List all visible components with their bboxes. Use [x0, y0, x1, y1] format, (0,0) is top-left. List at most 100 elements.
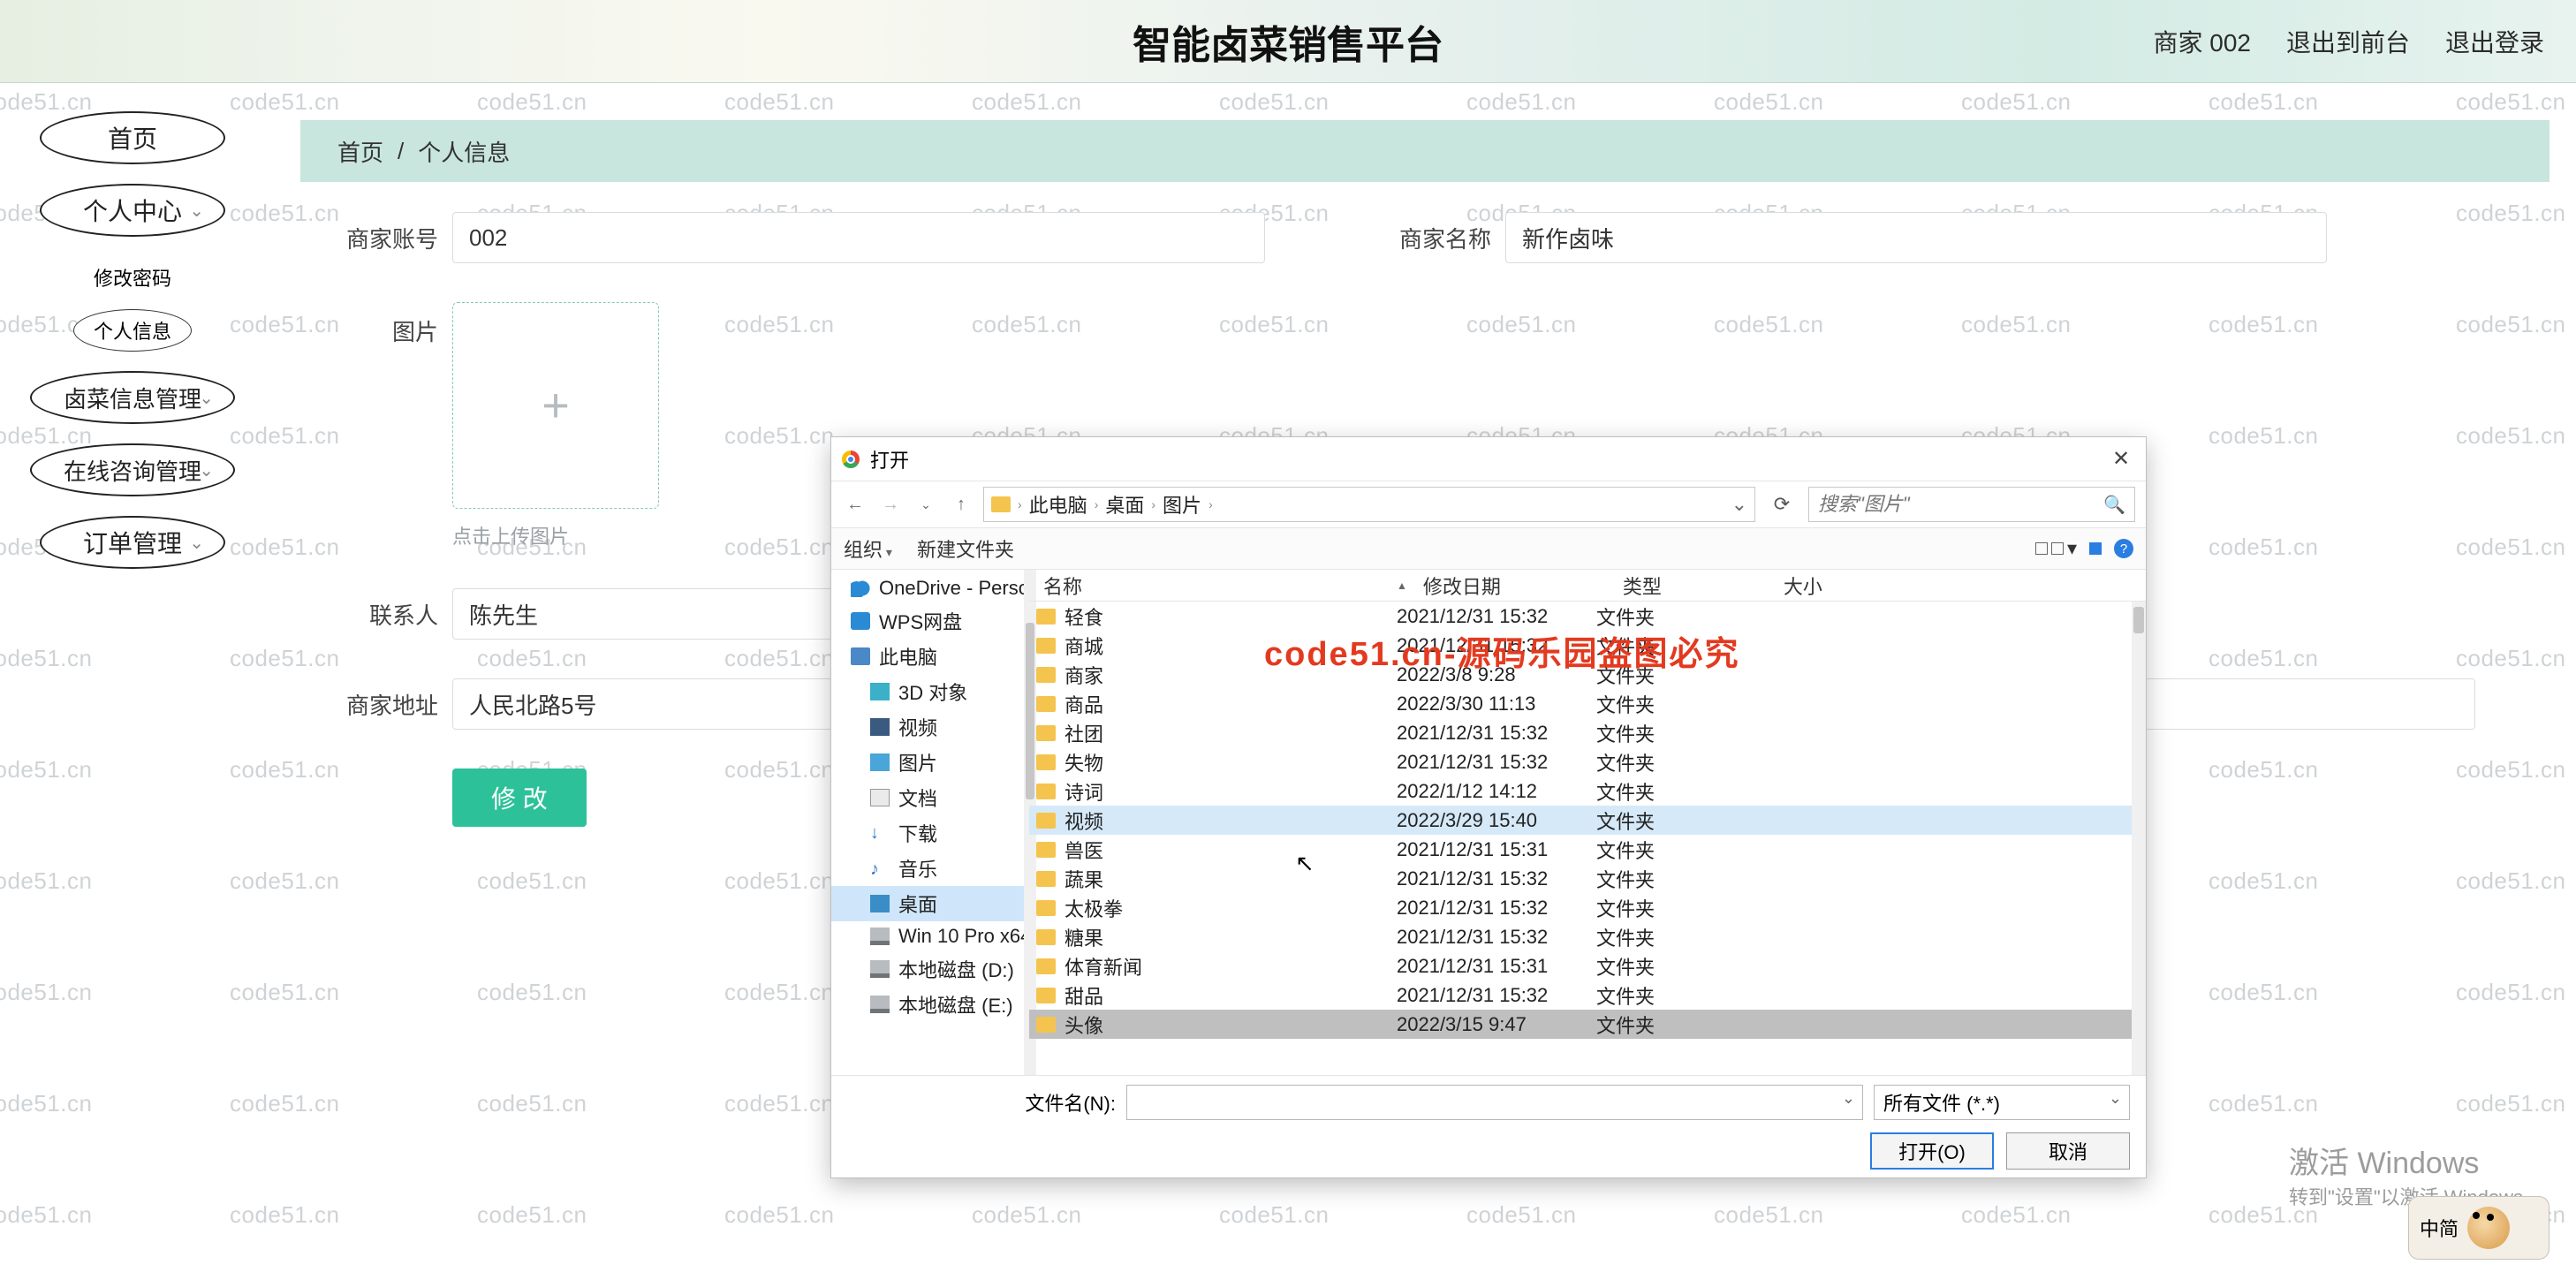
- file-row[interactable]: 商家2022/3/8 9:28文件夹: [1029, 660, 2146, 689]
- tree-node[interactable]: 此电脑: [831, 639, 1028, 674]
- tree-node[interactable]: OneDrive - Perso: [831, 573, 1028, 603]
- file-row[interactable]: 太极拳2021/12/31 15:32文件夹: [1029, 893, 2146, 922]
- tree-node[interactable]: Win 10 Pro x64: [831, 921, 1028, 951]
- tree-node[interactable]: 图片: [831, 745, 1028, 780]
- contact-label: 联系人: [318, 598, 438, 631]
- app-title: 智能卤菜销售平台: [1133, 13, 1443, 70]
- close-button[interactable]: ✕: [2096, 437, 2146, 481]
- file-row[interactable]: 糖果2021/12/31 15:32文件夹: [1029, 922, 2146, 951]
- filelist-scrollbar[interactable]: [2132, 602, 2146, 1075]
- file-row[interactable]: 轻食2021/12/31 15:32文件夹: [1029, 602, 2146, 631]
- merchant-link[interactable]: 商家 002: [2153, 24, 2251, 59]
- file-row[interactable]: 头像2022/3/15 9:47文件夹: [1029, 1010, 2146, 1039]
- file-row[interactable]: 商城2021/12/31 15:32文件夹: [1029, 631, 2146, 660]
- dialog-title: 打开: [870, 445, 909, 473]
- sogou-dog-icon: [2467, 1207, 2510, 1249]
- submit-button[interactable]: 修 改: [452, 768, 587, 827]
- chevron-down-icon: ⌄: [199, 387, 214, 409]
- col-type[interactable]: 类型: [1616, 572, 1777, 600]
- file-row[interactable]: 视频2022/3/29 15:40文件夹: [1029, 806, 2146, 835]
- header-bar: 智能卤菜销售平台 商家 002 退出到前台 退出登录: [0, 0, 2576, 83]
- chevron-down-icon: ⌄: [189, 200, 204, 222]
- file-row[interactable]: 诗词2022/1/12 14:12文件夹: [1029, 776, 2146, 806]
- shopname-input[interactable]: [1505, 212, 2327, 263]
- search-input[interactable]: [1818, 493, 2103, 516]
- chevron-down-icon: ⌄: [189, 532, 204, 554]
- nav-lucai-manage[interactable]: 卤菜信息管理⌄: [30, 371, 235, 424]
- preview-pane-button[interactable]: [2089, 542, 2102, 555]
- upload-box[interactable]: +: [452, 302, 659, 509]
- filename-label: 文件名(N):: [1025, 1088, 1116, 1117]
- file-row[interactable]: 兽医2021/12/31 15:31文件夹: [1029, 835, 2146, 864]
- nav-order-manage[interactable]: 订单管理⌄: [40, 516, 225, 569]
- ime-label: 中简: [2420, 1214, 2459, 1242]
- nav-change-password[interactable]: 修改密码: [0, 256, 265, 299]
- help-button[interactable]: ?: [2114, 539, 2133, 558]
- filetype-select[interactable]: 所有文件 (*.*): [1874, 1085, 2130, 1120]
- pic-label: 图片: [318, 314, 438, 347]
- file-list[interactable]: 轻食2021/12/31 15:32文件夹商城2021/12/31 15:32文…: [1029, 602, 2146, 1075]
- breadcrumb-sep: /: [398, 138, 404, 165]
- organize-menu[interactable]: 组织: [844, 534, 892, 563]
- forward-button[interactable]: →: [877, 491, 904, 518]
- file-row[interactable]: 社团2021/12/31 15:32文件夹: [1029, 718, 2146, 747]
- path-seg-2[interactable]: 图片: [1163, 490, 1201, 519]
- new-folder-button[interactable]: 新建文件夹: [917, 534, 1014, 563]
- file-list-header[interactable]: 名称▲ 修改日期 类型 大小: [1029, 570, 2146, 602]
- exit-front-link[interactable]: 退出到前台: [2286, 24, 2410, 59]
- path-dropdown-icon[interactable]: ⌄: [1731, 493, 1747, 516]
- tree-node[interactable]: 视频: [831, 709, 1028, 745]
- file-row[interactable]: 蔬果2021/12/31 15:32文件夹: [1029, 864, 2146, 893]
- dialog-footer: 文件名(N): 所有文件 (*.*) 打开(O) 取消: [831, 1075, 2146, 1177]
- file-row[interactable]: 甜品2021/12/31 15:32文件夹: [1029, 980, 2146, 1010]
- file-row[interactable]: 体育新闻2021/12/31 15:31文件夹: [1029, 951, 2146, 980]
- tree-node[interactable]: 本地磁盘 (E:): [831, 987, 1028, 1022]
- search-bar[interactable]: 🔍: [1808, 487, 2135, 522]
- path-seg-1[interactable]: 桌面: [1105, 490, 1144, 519]
- nav-home[interactable]: 首页: [40, 111, 225, 164]
- path-bar[interactable]: › 此电脑› 桌面› 图片› ⌄: [983, 487, 1755, 522]
- refresh-button[interactable]: ⟳: [1764, 487, 1799, 522]
- view-mode-button[interactable]: ▾: [2035, 537, 2077, 560]
- ime-indicator[interactable]: 中简: [2408, 1196, 2549, 1260]
- dialog-navrow: ← → ⌄ ↑ › 此电脑› 桌面› 图片› ⌄ ⟳ 🔍: [831, 481, 2146, 527]
- tree-node[interactable]: 文档: [831, 780, 1028, 815]
- breadcrumb-current: 个人信息: [418, 135, 510, 168]
- nav-personal[interactable]: 个人中心⌄: [40, 184, 225, 237]
- file-open-dialog: 打开 ✕ ← → ⌄ ↑ › 此电脑› 桌面› 图片› ⌄ ⟳ 🔍 组织 新建文…: [830, 436, 2147, 1178]
- up-button[interactable]: ↑: [948, 491, 974, 518]
- file-row[interactable]: 失物2021/12/31 15:32文件夹: [1029, 747, 2146, 776]
- filename-input[interactable]: [1126, 1085, 1863, 1120]
- path-seg-0[interactable]: 此电脑: [1029, 490, 1087, 519]
- breadcrumb-home[interactable]: 首页: [337, 135, 383, 168]
- search-icon: 🔍: [2103, 494, 2125, 516]
- dialog-toolbar: 组织 新建文件夹 ▾ ?: [831, 527, 2146, 570]
- upload-hint: 点击上传图片: [452, 521, 659, 549]
- shopname-label: 商家名称: [1371, 222, 1491, 254]
- nav-consult-manage[interactable]: 在线咨询管理⌄: [30, 443, 235, 496]
- header-right-links: 商家 002 退出到前台 退出登录: [2153, 0, 2544, 83]
- nav-personal-info[interactable]: 个人信息: [73, 309, 192, 352]
- tree-node[interactable]: 本地磁盘 (D:): [831, 951, 1028, 987]
- folder-tree[interactable]: OneDrive - PersoWPS网盘此电脑3D 对象视频图片文档↓下载♪音…: [831, 570, 1029, 1075]
- account-label: 商家账号: [318, 222, 438, 254]
- tree-node[interactable]: ↓下载: [831, 815, 1028, 851]
- tree-node[interactable]: WPS网盘: [831, 603, 1028, 639]
- col-name[interactable]: 名称: [1036, 572, 1397, 600]
- folder-icon: [991, 496, 1011, 512]
- back-button[interactable]: ←: [842, 491, 868, 518]
- tree-node[interactable]: 3D 对象: [831, 674, 1028, 709]
- col-date[interactable]: 修改日期: [1416, 572, 1616, 600]
- sort-indicator-icon: ▲: [1397, 579, 1407, 592]
- addr-label: 商家地址: [318, 688, 438, 721]
- file-pane: code51.cn-源码乐园盗图必究 名称▲ 修改日期 类型 大小 轻食2021…: [1029, 570, 2146, 1075]
- account-input[interactable]: [452, 212, 1265, 263]
- cancel-button[interactable]: 取消: [2006, 1132, 2130, 1170]
- file-row[interactable]: 商品2022/3/30 11:13文件夹: [1029, 689, 2146, 718]
- col-size[interactable]: 大小: [1777, 572, 2146, 600]
- open-button[interactable]: 打开(O): [1870, 1132, 1994, 1170]
- recent-dropdown[interactable]: ⌄: [913, 491, 939, 518]
- tree-node[interactable]: 桌面: [831, 886, 1028, 921]
- logout-link[interactable]: 退出登录: [2445, 24, 2544, 59]
- tree-node[interactable]: ♪音乐: [831, 851, 1028, 886]
